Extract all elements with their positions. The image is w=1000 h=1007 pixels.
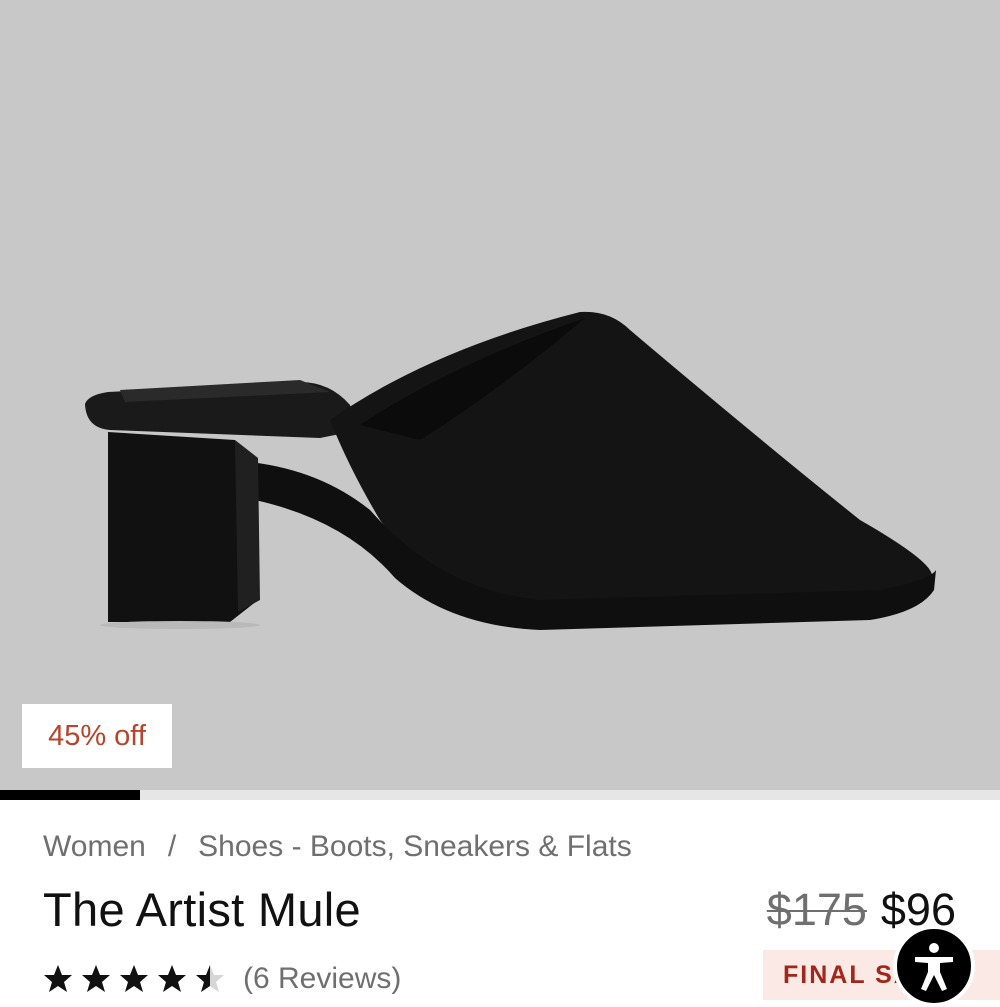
product-image[interactable]: 45% off: [0, 0, 1000, 790]
star-icon: [120, 965, 148, 992]
product-rating[interactable]: (6 Reviews): [43, 958, 401, 1000]
star-icon: [196, 965, 224, 992]
image-carousel-progress: [0, 790, 1000, 800]
star-icon: [82, 965, 110, 992]
star-icon: [44, 965, 72, 992]
star-icon: [158, 965, 186, 992]
discount-badge: 45% off: [22, 704, 172, 768]
reviews-link[interactable]: (6 Reviews): [243, 962, 401, 996]
product-title: The Artist Mule: [43, 883, 361, 936]
original-price: $175: [766, 884, 867, 935]
image-carousel-progress-fill: [0, 790, 140, 800]
mule-shoe-illustration: [85, 311, 936, 630]
breadcrumb-link-shoes[interactable]: Shoes - Boots, Sneakers & Flats: [198, 830, 632, 863]
breadcrumb-separator: /: [167, 830, 177, 863]
accessibility-icon: [915, 943, 953, 991]
accessibility-button[interactable]: [893, 925, 975, 1007]
rating-stars: [43, 964, 225, 994]
breadcrumb-link-women[interactable]: Women: [43, 830, 146, 863]
breadcrumb: Women / Shoes - Boots, Sneakers & Flats: [43, 830, 632, 864]
